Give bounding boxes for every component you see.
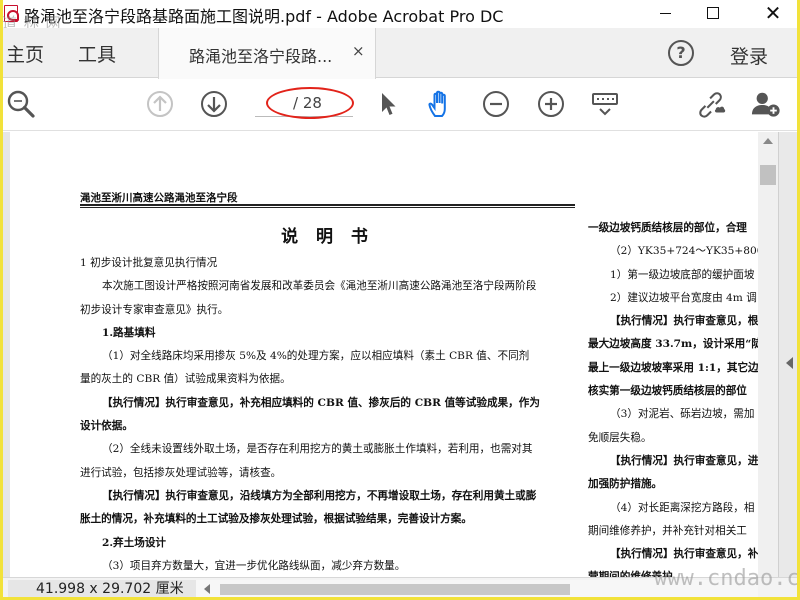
document-title: 说 明 书 [281, 227, 374, 247]
text-line: 【执行情况】执行审查意见，补 [610, 548, 758, 561]
document-tab-label: 路渑池至洛宁段路... [189, 47, 333, 66]
select-cursor-icon[interactable] [372, 89, 402, 119]
watermark-bottom: www.cndao.com [654, 566, 800, 591]
text-line: 1 初步设计批复意见执行情况 [80, 257, 218, 269]
text-line: 最大边坡高度 33.7m，设计采用“陡 [588, 338, 758, 351]
text-line: 2）建议边坡平台宽度由 4m 调 [610, 291, 757, 304]
scroll-left-arrow-icon[interactable] [204, 584, 210, 594]
close-window-button[interactable]: ✕ [750, 0, 796, 26]
document-viewport[interactable]: 渑池至淅川高速公路渑池至洛宁段 说 明 书 1 初步设计批复意见执行情况本次施工… [0, 132, 800, 577]
maximize-icon [707, 7, 719, 19]
zoom-icon[interactable] [6, 89, 36, 119]
page-number-highlight-oval [266, 87, 354, 119]
title-bar: 路渑池至洛宁段路基路面施工图说明.pdf - Adobe Acrobat Pro… [0, 0, 800, 32]
nav-tools[interactable]: 工具 [78, 40, 116, 67]
tab-bar: 主页 工具 路渑池至洛宁段路... × ? 登录 [0, 28, 800, 79]
vertical-scroll-thumb[interactable] [760, 165, 776, 185]
document-tab[interactable]: 路渑池至洛宁段路... × [158, 28, 376, 79]
text-line: 本次施工图设计严格按照河南省发展和改革委员会《渑池至淅川高速公路渑池至洛宁段两阶… [102, 280, 537, 293]
minimize-button[interactable] [642, 0, 688, 26]
vertical-scrollbar[interactable] [758, 132, 778, 577]
text-line: （4）对长距离深挖方路段，相 [610, 501, 755, 514]
text-line: 胀土的情况，补充填料的土工试验及掺灰处理试验，根据试验结果，完善设计方案。 [80, 513, 472, 526]
header-rule-thin [80, 207, 575, 208]
pdf-page[interactable]: 渑池至淅川高速公路渑池至洛宁段 说 明 书 1 初步设计批复意见执行情况本次施工… [10, 132, 758, 577]
text-line: 期间维修养护，并补充针对相关工 [588, 524, 747, 537]
text-line: （2）YK35+724～YK35+800 右 [610, 245, 758, 258]
text-line: （2）全线未设置线外取土场，是否存在利用挖方的黄土或膨胀土作填料，若利用，也需对… [102, 443, 533, 456]
toolbar: / 28 [0, 79, 800, 131]
previous-page-icon[interactable] [145, 89, 175, 119]
add-user-icon[interactable] [751, 89, 781, 119]
login-button[interactable]: 登录 [730, 42, 768, 69]
document-running-header: 渑池至淅川高速公路渑池至洛宁段 [80, 192, 238, 204]
right-pane-rail [778, 132, 800, 577]
window-title: 路渑池至洛宁段路基路面施工图说明.pdf - Adobe Acrobat Pro… [24, 7, 504, 26]
keyboard-scroll-icon[interactable] [590, 89, 620, 119]
text-line: 核实第一级边坡钙质结核层的部位 [588, 385, 747, 398]
close-tab-icon[interactable]: × [352, 42, 365, 60]
next-page-icon[interactable] [199, 89, 229, 119]
text-line: 【执行情况】执行审查意见，进 [610, 454, 758, 467]
minimize-icon [659, 12, 671, 14]
nav-home[interactable]: 主页 [6, 40, 44, 67]
text-line: 1.路基填料 [102, 326, 156, 339]
scroll-up-arrow-icon[interactable] [763, 138, 773, 144]
text-line: （3）项目弃方数量大，宜进一步优化路线纵面，减少弃方数量。 [102, 559, 406, 572]
header-rule [80, 204, 575, 206]
text-line: （3）对泥岩、砾岩边坡，需加 [610, 408, 755, 421]
text-line: 1）第一级边坡底部的缓护面坡 [610, 268, 755, 281]
text-line: 初步设计专家审查意见》执行。 [80, 303, 229, 316]
hand-tool-icon[interactable] [426, 89, 456, 119]
zoom-in-icon[interactable] [536, 89, 566, 119]
text-line: 【执行情况】执行审查意见，根 [610, 315, 758, 328]
horizontal-scroll-thumb[interactable] [220, 584, 570, 595]
share-link-icon[interactable] [697, 89, 727, 119]
text-line: 【执行情况】执行审查意见，补充相应填料的 CBR 值、掺灰后的 CBR 值等试验… [102, 396, 540, 409]
text-line: 设计依据。 [80, 420, 133, 433]
help-icon[interactable]: ? [668, 40, 694, 66]
text-line: 进行试验，包括掺灰处理试验等，请核查。 [80, 466, 282, 479]
text-line: 加强防护措施。 [588, 478, 663, 491]
right-text-column: 一级边坡钙质结核层的部位，合理 （2）YK35+724～YK35+800 右 1）第… [588, 217, 758, 577]
text-line: 一级边坡钙质结核层的部位，合理 [588, 222, 747, 234]
text-line: 免顺层失稳。 [588, 431, 652, 444]
zoom-out-icon[interactable] [481, 89, 511, 119]
text-line: 最上一级边坡坡率采用 1:1，其它边 [588, 361, 758, 374]
page-dimensions: 41.998 x 29.702 厘米 [8, 580, 196, 599]
left-text-column: 1 初步设计批复意见执行情况本次施工图设计严格按照河南省发展和改革委员会《渑池至… [80, 252, 568, 577]
text-line: 量的灰土的 CBR 值）试验成果资料为依据。 [80, 373, 291, 386]
text-line: （1）对全线路床均采用掺灰 5%及 4%的处理方案，应以相应填料（素土 CBR … [102, 350, 530, 363]
text-line: 【执行情况】执行审查意见，沿线填方为全部利用挖方，不再增设取土场，存在利用黄土或… [102, 489, 537, 502]
maximize-button[interactable] [690, 0, 736, 26]
text-line: 2.弃土场设计 [102, 536, 167, 549]
expand-right-pane-icon[interactable] [786, 357, 793, 369]
